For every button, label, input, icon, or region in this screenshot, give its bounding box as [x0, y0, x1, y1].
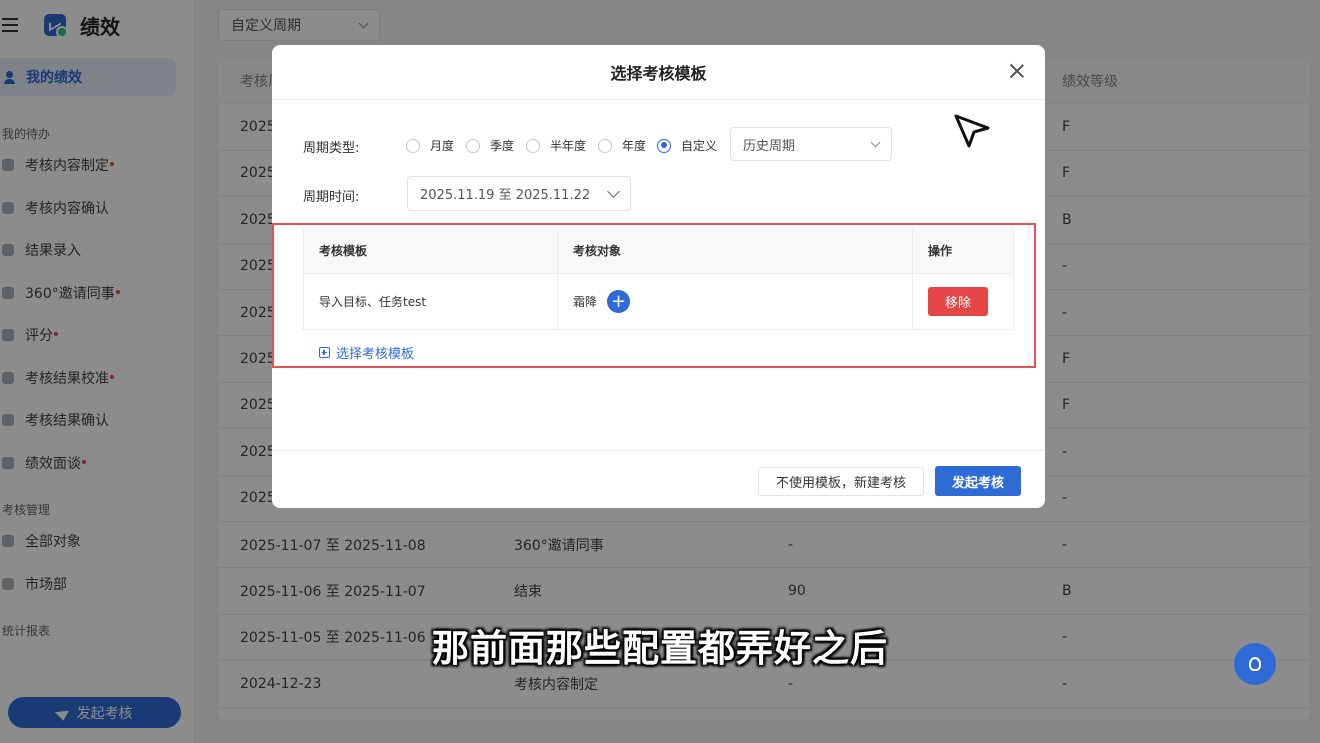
radio-label: 年度 [622, 139, 647, 153]
col-target-header: 考核对象 [573, 244, 622, 258]
period-type-radio[interactable]: 年度 [598, 137, 646, 154]
history-period-value: 历史周期 [743, 138, 796, 154]
no-template-button[interactable]: 不使用模板，新建考核 [758, 467, 924, 496]
period-time-label: 周期时间: [303, 190, 360, 205]
radio-circle[interactable] [466, 138, 480, 153]
target-cell: 霜降 + [573, 274, 631, 329]
period-type-radio[interactable]: 半年度 [526, 137, 586, 154]
period-type-radio[interactable]: 自定义 [657, 137, 717, 154]
modal-title: 选择考核模板 [610, 64, 707, 83]
mouse-cursor-icon [954, 114, 990, 148]
add-template-link[interactable]: 选择考核模板 [319, 343, 414, 362]
chevron-down-icon [870, 137, 881, 147]
add-target-icon[interactable]: + [607, 290, 631, 313]
table-divider [303, 228, 304, 330]
table-divider [557, 228, 558, 330]
table-divider [912, 228, 913, 330]
radio-label: 月度 [430, 139, 455, 153]
history-period-select[interactable]: 历史周期 [730, 127, 892, 161]
video-subtitle: 那前面那些配置都弄好之后 [432, 627, 888, 670]
radio-label: 半年度 [550, 139, 587, 153]
period-time-value: 2025.11.19 至 2025.11.22 [420, 188, 591, 203]
help-button[interactable] [1234, 643, 1276, 685]
target-name: 霜降 [573, 295, 598, 309]
chevron-down-icon [607, 185, 620, 198]
col-template-header: 考核模板 [319, 244, 368, 258]
radio-label: 自定义 [681, 139, 718, 153]
col-action-header: 操作 [928, 244, 953, 258]
radio-circle[interactable] [526, 138, 540, 153]
template-table-header: 考核模板 考核对象 操作 [303, 228, 1014, 274]
radio-circle[interactable] [598, 138, 612, 153]
radio-circle[interactable] [657, 138, 671, 153]
plus-square-icon [319, 347, 330, 358]
radio-label: 季度 [490, 139, 515, 153]
close-icon[interactable] [1009, 63, 1025, 79]
table-divider [1013, 228, 1014, 330]
remove-button[interactable]: 移除 [928, 287, 988, 316]
action-cell: 移除 [928, 274, 988, 329]
period-type-label: 周期类型: [303, 141, 360, 156]
period-type-radio[interactable]: 月度 [406, 137, 454, 154]
template-name: 导入目标、任务test [319, 295, 427, 309]
period-time-picker[interactable]: 2025.11.19 至 2025.11.22 [407, 176, 631, 211]
period-type-radio[interactable]: 季度 [466, 137, 514, 154]
template-row: 导入目标、任务test 霜降 + 移除 [303, 274, 1014, 330]
template-table: 考核模板 考核对象 操作 导入目标、任务test 霜降 + 移除 选择考核模板 [303, 228, 1014, 368]
select-template-modal: 选择考核模板 周期类型: 月度 季度 半年度 年度 自定义 历史周期 周期时间: 202… [272, 45, 1045, 508]
modal-header: 选择考核模板 [272, 45, 1045, 100]
lightbulb-icon [1249, 657, 1261, 671]
add-template-label: 选择考核模板 [336, 347, 415, 362]
radio-circle[interactable] [406, 138, 420, 153]
start-review-confirm-button[interactable]: 发起考核 [935, 466, 1021, 496]
modal-footer: 不使用模板，新建考核 发起考核 [272, 450, 1045, 508]
